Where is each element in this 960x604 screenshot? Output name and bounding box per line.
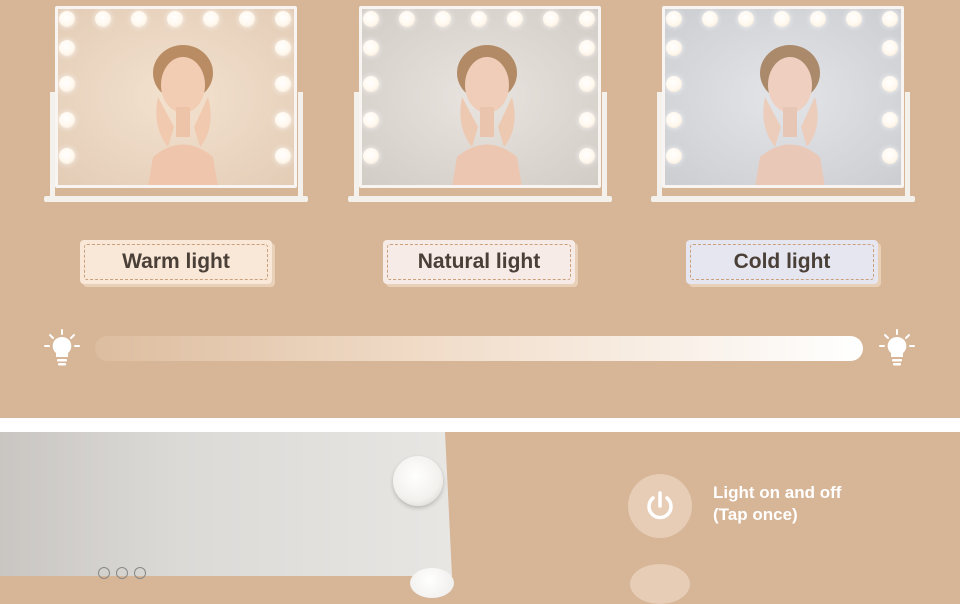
- bulb-closeup: [393, 456, 443, 506]
- vanity-bulb: [471, 11, 487, 27]
- power-button: [628, 474, 692, 538]
- vanity-bulb: [579, 148, 595, 164]
- lightbulb-icon: [879, 329, 915, 366]
- warm-light-label: Warm light: [80, 240, 272, 284]
- vanity-bulb: [59, 148, 75, 164]
- vanity-bulb: [363, 76, 379, 92]
- mirror-closeup-image: [0, 432, 452, 576]
- model-face-image: [148, 45, 218, 185]
- model-face-image: [452, 45, 522, 185]
- color-temperature-slider: [95, 336, 863, 361]
- control-button: [630, 564, 690, 604]
- warm-light-text: Warm light: [122, 250, 230, 273]
- vanity-bulb: [59, 40, 75, 56]
- natural-light-label: Natural light: [383, 240, 575, 284]
- control-info: Light on and off (Tap once): [713, 482, 841, 526]
- vanity-bulb: [239, 11, 255, 27]
- vanity-bulb: [363, 148, 379, 164]
- vanity-bulb: [275, 148, 291, 164]
- vanity-bulb: [363, 112, 379, 128]
- control-info-line2: (Tap once): [713, 505, 798, 524]
- vanity-bulb: [666, 11, 682, 27]
- vanity-bulb: [59, 76, 75, 92]
- mirror-stand-base: [44, 196, 308, 202]
- vanity-bulb: [882, 76, 898, 92]
- vanity-bulb: [738, 11, 754, 27]
- power-icon: [647, 491, 673, 520]
- vanity-bulb: [579, 112, 595, 128]
- vanity-bulb: [666, 76, 682, 92]
- natural-light-text: Natural light: [417, 250, 541, 273]
- vanity-bulb: [507, 11, 523, 27]
- warm-mirror: [55, 6, 297, 188]
- mirror-stand-base: [651, 196, 915, 202]
- vanity-bulb: [579, 11, 595, 27]
- vanity-bulb: [666, 112, 682, 128]
- model-face-image: [755, 45, 825, 185]
- vanity-bulb: [275, 76, 291, 92]
- vanity-bulb: [95, 11, 111, 27]
- vanity-bulb: [774, 11, 790, 27]
- control-info-line1: Light on and off: [713, 483, 842, 502]
- cold-mirror: [662, 6, 904, 188]
- vanity-bulb: [59, 11, 75, 27]
- vanity-bulb: [203, 11, 219, 27]
- mirror-stand-leg: [602, 92, 607, 200]
- vanity-bulb: [435, 11, 451, 27]
- bulb-closeup: [410, 568, 454, 598]
- vanity-bulb: [882, 148, 898, 164]
- natural-mirror: [359, 6, 601, 188]
- vanity-bulb: [59, 112, 75, 128]
- vanity-bulb: [666, 148, 682, 164]
- section-divider: [0, 418, 960, 432]
- vanity-bulb: [702, 11, 718, 27]
- cold-light-text: Cold light: [733, 250, 831, 273]
- vanity-bulb: [363, 40, 379, 56]
- vanity-bulb: [275, 112, 291, 128]
- vanity-bulb: [131, 11, 147, 27]
- vanity-bulb: [363, 11, 379, 27]
- vanity-bulb: [167, 11, 183, 27]
- mirror-stand-leg: [298, 92, 303, 200]
- vanity-bulb: [579, 76, 595, 92]
- cold-light-label: Cold light: [686, 240, 878, 284]
- vanity-bulb: [543, 11, 559, 27]
- vanity-bulb: [810, 11, 826, 27]
- lightbulb-icon: [44, 329, 80, 366]
- vanity-bulb: [275, 40, 291, 56]
- vanity-bulb: [882, 40, 898, 56]
- vanity-bulb: [275, 11, 291, 27]
- touch-buttons: [98, 566, 152, 584]
- mirror-stand-leg: [905, 92, 910, 200]
- vanity-bulb: [882, 11, 898, 27]
- vanity-bulb: [399, 11, 415, 27]
- vanity-bulb: [882, 112, 898, 128]
- vanity-bulb: [666, 40, 682, 56]
- vanity-bulb: [579, 40, 595, 56]
- vanity-bulb: [846, 11, 862, 27]
- mirror-stand-base: [348, 196, 612, 202]
